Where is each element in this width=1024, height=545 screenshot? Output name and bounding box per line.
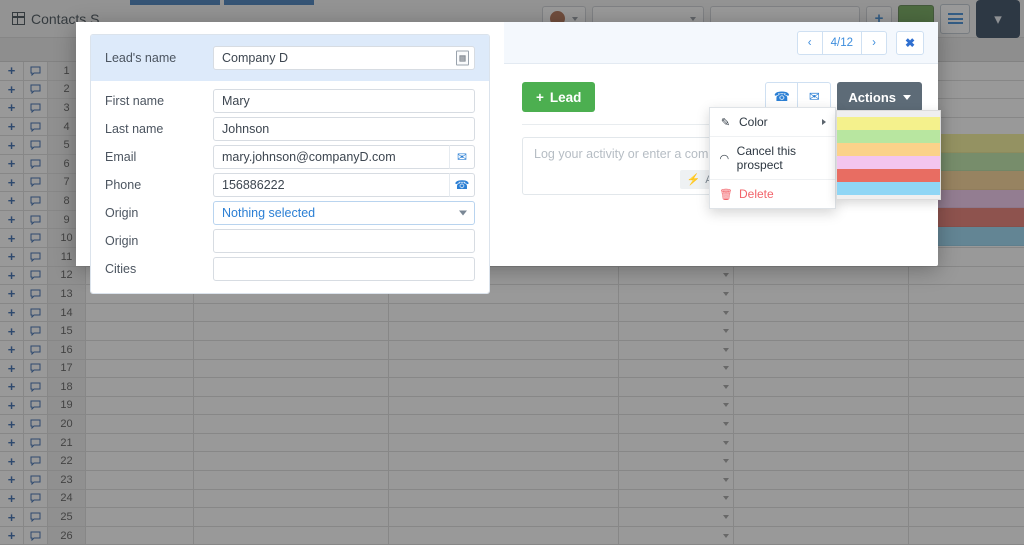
company-icon[interactable]: ▦ <box>456 51 469 66</box>
last-name-label: Last name <box>105 122 213 136</box>
menu-item-cancel-label: Cancel this prospect <box>737 144 826 172</box>
actions-button[interactable]: Actions <box>837 82 922 112</box>
lead-name-label: Lead's name <box>105 51 213 65</box>
lead-form-fields: First name Mary Last name Johnson Email … <box>91 81 489 293</box>
next-record-button[interactable]: › <box>861 31 887 55</box>
envelope-icon[interactable]: ✉ <box>449 145 475 169</box>
phone-label: Phone <box>105 178 213 192</box>
phone-field[interactable]: 156886222 <box>213 173 449 197</box>
phone-icon[interactable]: ☎ <box>449 173 475 197</box>
menu-item-delete-label: Delete <box>739 187 774 201</box>
email-row: Email mary.johnson@companyD.com ✉ <box>105 145 475 169</box>
app-root: Contacts S + ▾ +1+2+3+4+5+6+7+8+9+10+11+… <box>0 0 1024 545</box>
close-icon[interactable]: ✖ <box>896 31 924 55</box>
cities-input[interactable] <box>213 257 475 281</box>
brush-icon: ✎ <box>719 116 732 129</box>
origin-text-input[interactable] <box>213 229 475 253</box>
origin-text-row: Origin <box>105 229 475 253</box>
color-submenu <box>836 110 941 200</box>
origin-text-label: Origin <box>105 234 213 248</box>
lead-name-input[interactable]: Company D <box>213 46 475 70</box>
email-label: Email <box>105 150 213 164</box>
email-field[interactable]: mary.johnson@companyD.com <box>213 145 449 169</box>
color-option[interactable] <box>837 117 940 130</box>
lead-form-panel: Lead's name Company D ▦ First name Mary … <box>76 22 504 266</box>
lead-name-row: Lead's name Company D ▦ <box>91 35 489 81</box>
record-pager: ‹ 4/12 › <box>797 31 887 55</box>
color-option[interactable] <box>837 143 940 156</box>
modal-header: ‹ 4/12 › ✖ <box>504 22 938 64</box>
toggle-icon: ◠ <box>719 152 730 165</box>
menu-item-color[interactable]: ✎ Color <box>710 108 835 137</box>
actions-label: Actions <box>848 90 896 105</box>
cities-row: Cities <box>105 257 475 281</box>
prev-record-button[interactable]: ‹ <box>797 31 823 55</box>
color-option[interactable] <box>837 130 940 143</box>
origin-select-label: Origin <box>105 206 213 220</box>
bolt-icon: ⚡ <box>687 173 701 186</box>
lead-form-card: Lead's name Company D ▦ First name Mary … <box>90 34 490 294</box>
add-lead-label: Lead <box>550 90 582 105</box>
trash-icon: 🗑 <box>719 188 732 201</box>
cities-label: Cities <box>105 262 213 276</box>
chevron-down-icon <box>903 95 911 100</box>
add-lead-button[interactable]: + Lead <box>522 82 595 112</box>
menu-item-color-label: Color <box>739 115 768 129</box>
plus-icon: + <box>536 90 544 105</box>
actions-dropdown-menu: ✎ Color ◠ Cancel this prospect 🗑 Delete <box>709 107 836 209</box>
color-option[interactable] <box>837 182 940 195</box>
origin-select-row: Origin Nothing selected <box>105 201 475 225</box>
chevron-down-icon <box>459 211 467 216</box>
first-name-input[interactable]: Mary <box>213 89 475 113</box>
chevron-right-icon <box>822 119 826 125</box>
last-name-row: Last name Johnson <box>105 117 475 141</box>
menu-item-cancel-prospect[interactable]: ◠ Cancel this prospect <box>710 137 835 180</box>
first-name-label: First name <box>105 94 213 108</box>
color-option[interactable] <box>837 169 940 182</box>
menu-item-delete[interactable]: 🗑 Delete <box>710 180 835 208</box>
color-option[interactable] <box>837 156 940 169</box>
first-name-row: First name Mary <box>105 89 475 113</box>
phone-row: Phone 156886222 ☎ <box>105 173 475 197</box>
record-position-label: 4/12 <box>822 31 862 55</box>
last-name-input[interactable]: Johnson <box>213 117 475 141</box>
origin-select[interactable]: Nothing selected <box>213 201 475 225</box>
